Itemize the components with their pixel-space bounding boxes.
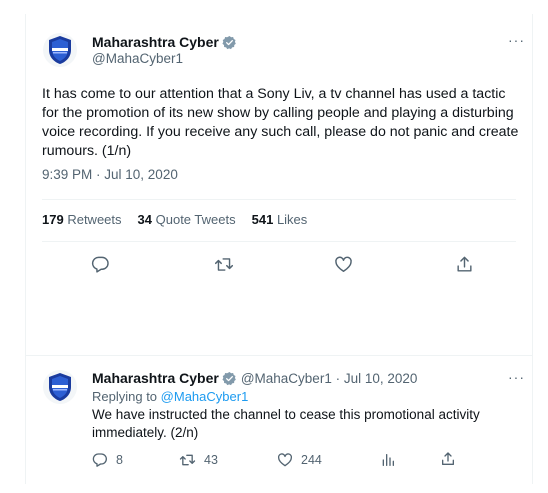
replying-to-label: Replying to [92, 389, 158, 404]
retweet-button[interactable]: 43 [179, 452, 218, 468]
author-name[interactable]: Maharashtra Cyber [92, 370, 219, 386]
retweets-stat[interactable]: 179 Retweets [42, 212, 122, 227]
like-count: 244 [301, 453, 322, 467]
quote-tweets-stat[interactable]: 34 Quote Tweets [138, 212, 236, 227]
more-options-button[interactable]: ··· [508, 369, 525, 385]
reply-count: 8 [116, 453, 123, 467]
share-button[interactable] [455, 255, 474, 274]
analytics-icon [382, 454, 394, 466]
likes-label: Likes [276, 212, 308, 227]
likes-stat[interactable]: 541 Likes [252, 212, 308, 227]
divider [42, 241, 516, 242]
heart-icon [335, 256, 352, 272]
verified-badge-icon [222, 371, 236, 385]
tweet-text: It has come to our attention that a Sony… [42, 86, 519, 159]
share-icon [442, 452, 454, 465]
retweet-count: 43 [204, 453, 218, 467]
retweets-count: 179 [42, 212, 64, 227]
reply-icon [91, 256, 109, 273]
author-name[interactable]: Maharashtra Cyber [92, 34, 219, 50]
retweets-label: Retweets [67, 212, 122, 227]
verified-badge-icon [222, 35, 236, 49]
avatar[interactable] [43, 370, 77, 404]
like-button[interactable] [334, 255, 353, 274]
like-button[interactable]: 244 [277, 452, 322, 468]
tweet-stats: 179 Retweets 34 Quote Tweets 541 Likes [42, 212, 307, 227]
divider [25, 355, 532, 356]
retweet-button[interactable] [214, 255, 234, 274]
more-options-button[interactable]: ··· [508, 32, 525, 48]
reply-icon [92, 453, 107, 467]
quotes-count: 34 [137, 212, 152, 227]
replying-to: Replying to @MahaCyber1 [92, 389, 248, 404]
reply-button[interactable] [91, 255, 110, 274]
author-block: Maharashtra Cyber @MahaCyber1 [92, 33, 237, 66]
divider [42, 199, 516, 200]
shield-logo-icon [49, 36, 71, 64]
reply-handle-date[interactable]: @MahaCyber1 · Jul 10, 2020 [241, 371, 418, 386]
share-button[interactable] [440, 451, 456, 467]
heart-icon [277, 453, 293, 467]
share-icon [457, 256, 472, 272]
replying-to-handle-link[interactable]: @MahaCyber1 [161, 389, 249, 404]
reply-header: Maharashtra Cyber @MahaCyber1 · Jul 10, … [92, 369, 417, 387]
retweet-icon [214, 258, 234, 271]
tweet-timestamp[interactable]: 9:39 PM · Jul 10, 2020 [42, 167, 178, 182]
quotes-label: Quote Tweets [155, 212, 236, 227]
shield-logo-icon [49, 373, 71, 401]
avatar[interactable] [43, 33, 77, 67]
analytics-button[interactable] [380, 452, 396, 468]
reply-button[interactable]: 8 [92, 452, 123, 468]
likes-count: 541 [251, 212, 274, 227]
retweet-icon [179, 454, 196, 466]
reply-text: We have instructed the channel to cease … [92, 407, 480, 440]
author-handle[interactable]: @MahaCyber1 [92, 51, 237, 66]
